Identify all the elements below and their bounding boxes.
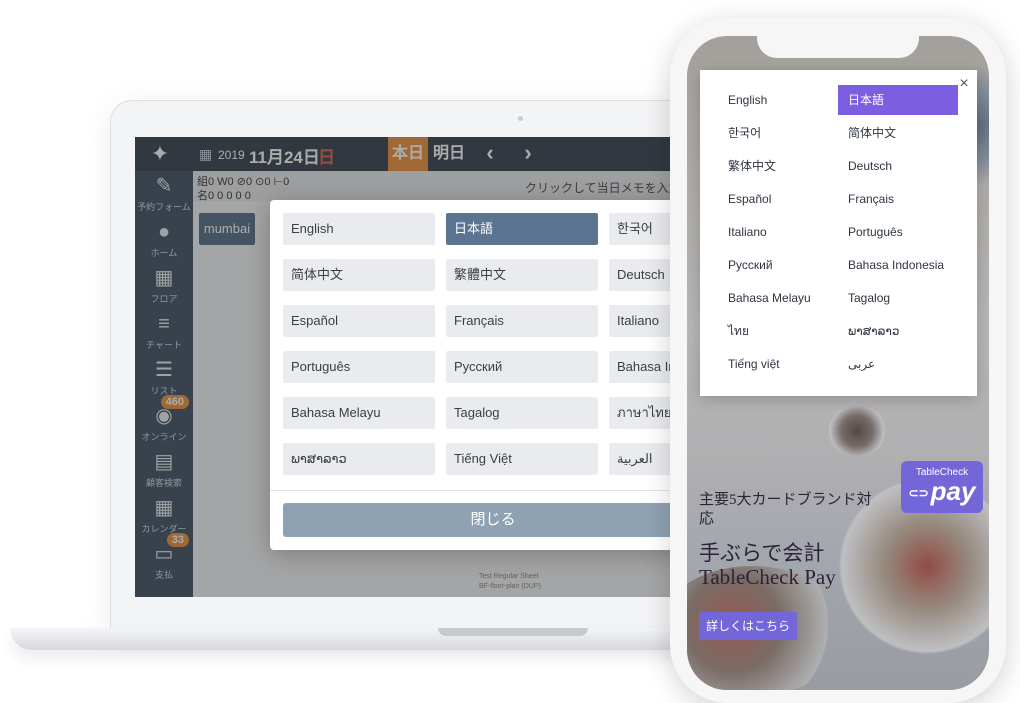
language-option-bahasa-indonesia[interactable]: Bahasa Indonesia <box>838 250 958 280</box>
language-option-spanish[interactable]: Español <box>718 184 838 214</box>
close-modal-button[interactable]: 閉じる <box>283 503 703 537</box>
language-option-japanese[interactable]: 日本語 <box>838 85 958 115</box>
language-option-english[interactable]: English <box>283 213 435 245</box>
language-option-portuguese[interactable]: Português <box>283 351 435 383</box>
language-option-english[interactable]: English <box>718 85 838 115</box>
language-option-lao[interactable]: ພາສາລາວ <box>838 316 958 346</box>
language-option-russian[interactable]: Русский <box>446 351 598 383</box>
laptop-screen: ✦ ▦ 2019 11月24日 日 本日 明日 ‹ › 組0 W0 ⊘0 ⊙0 … <box>135 137 710 597</box>
laptop-camera <box>518 116 523 121</box>
language-option-korean[interactable]: 한국어 <box>718 118 838 148</box>
language-option-simplified-chinese[interactable]: 简体中文 <box>838 118 958 148</box>
laptop-base-notch <box>438 628 588 636</box>
language-option-bahasa-melayu[interactable]: Bahasa Melayu <box>283 397 435 429</box>
modal-divider <box>270 490 710 491</box>
learn-more-button[interactable]: 詳しくはこちら <box>699 612 797 640</box>
phone-language-modal: × English 日本語 한국어 简体中文 繁体中文 Deutsch Espa… <box>700 70 977 396</box>
pay-logo-text: pay <box>930 476 976 506</box>
language-option-tagalog[interactable]: Tagalog <box>838 283 958 313</box>
language-option-portuguese[interactable]: Português <box>838 217 958 247</box>
promo-card-brands-text: 主要5大カードブランド対応 <box>699 492 872 527</box>
language-option-bahasa-melayu[interactable]: Bahasa Melayu <box>718 283 838 313</box>
language-option-vietnamese[interactable]: Tiếng Việt <box>446 443 598 475</box>
language-option-spanish[interactable]: Español <box>283 305 435 337</box>
language-modal: English 日本語 한국어 简体中文 繁體中文 Deutsch Españo… <box>270 200 710 550</box>
language-option-traditional-chinese[interactable]: 繁體中文 <box>446 259 598 291</box>
phone-notch <box>757 36 919 58</box>
promo-headline: 手ぶらで会計 TableCheck Pay <box>699 541 836 589</box>
tablecheck-pay-logo: TableCheck ⊂⊃pay <box>901 461 983 513</box>
laptop-base <box>10 628 730 650</box>
language-option-traditional-chinese[interactable]: 繁体中文 <box>718 151 838 181</box>
language-option-thai[interactable]: ไทย <box>718 316 838 346</box>
pay-logo-glyph: ⊂⊃ <box>908 486 929 501</box>
language-option-arabic[interactable]: عربى <box>838 349 958 379</box>
language-option-french[interactable]: Français <box>446 305 598 337</box>
language-option-german[interactable]: Deutsch <box>838 151 958 181</box>
language-option-japanese[interactable]: 日本語 <box>446 213 598 245</box>
language-option-french[interactable]: Français <box>838 184 958 214</box>
language-option-vietnamese[interactable]: Tiếng việt <box>718 349 838 379</box>
language-option-lao[interactable]: ພາສາລາວ <box>283 443 435 475</box>
pay-logo-wordmark: ⊂⊃pay <box>901 478 983 506</box>
language-option-russian[interactable]: Русский <box>718 250 838 280</box>
language-option-italian[interactable]: Italiano <box>718 217 838 247</box>
phone-screen: 主要5大カードブランド対応 手ぶらで会計 TableCheck Pay Tabl… <box>687 36 989 690</box>
language-option-tagalog[interactable]: Tagalog <box>446 397 598 429</box>
language-option-simplified-chinese[interactable]: 简体中文 <box>283 259 435 291</box>
